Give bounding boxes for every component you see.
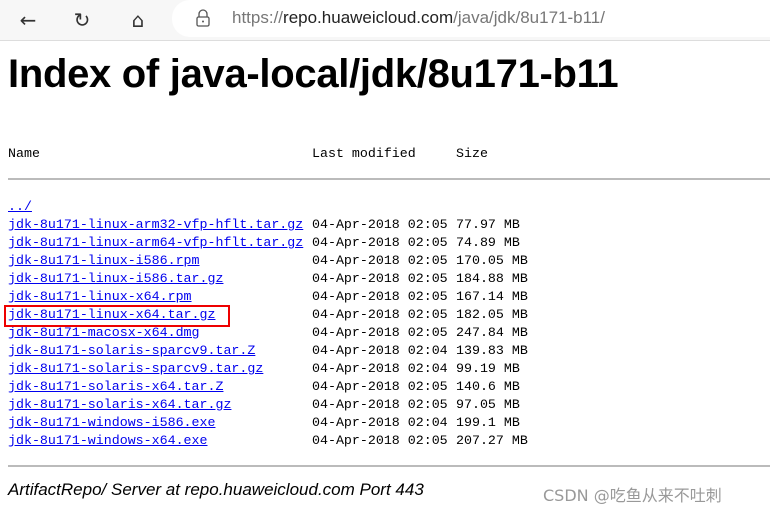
server-footer: ArtifactRepo/ Server at repo.huaweicloud… [8, 480, 424, 499]
file-size: 139.83 MB [456, 343, 528, 358]
reload-icon[interactable]: ↻ [68, 6, 96, 34]
file-modified: 04-Apr-2018 02:05 [312, 379, 448, 394]
file-row: jdk-8u171-linux-arm32-vfp-hflt.tar.gz 04-… [8, 216, 520, 234]
file-size: 167.14 MB [456, 289, 528, 304]
file-modified: 04-Apr-2018 02:04 [312, 343, 448, 358]
file-size: 199.1 MB [456, 415, 520, 430]
file-row: jdk-8u171-windows-i586.exe 04-Apr-2018 02… [8, 414, 520, 432]
file-link[interactable]: jdk-8u171-windows-i586.exe [8, 415, 215, 430]
file-row: jdk-8u171-windows-x64.exe 04-Apr-2018 02:… [8, 432, 528, 450]
browser-toolbar: ← ↻ ⌂ https://repo.huaweicloud.com/java/… [0, 0, 770, 40]
file-size: 77.97 MB [456, 217, 520, 232]
file-modified: 04-Apr-2018 02:04 [312, 361, 448, 376]
file-link[interactable]: jdk-8u171-solaris-sparcv9.tar.Z [8, 343, 255, 358]
file-row: jdk-8u171-solaris-sparcv9.tar.Z 04-Apr-20… [8, 342, 528, 360]
file-size: 182.05 MB [456, 307, 528, 322]
highlight-box [4, 305, 230, 327]
url-host: repo.huaweicloud.com [283, 8, 454, 27]
home-icon[interactable]: ⌂ [124, 6, 152, 34]
file-link[interactable]: jdk-8u171-linux-x64.rpm [8, 289, 192, 304]
file-link[interactable]: jdk-8u171-linux-arm32-vfp-hflt.tar.gz [8, 217, 303, 232]
file-modified: 04-Apr-2018 02:04 [312, 415, 448, 430]
file-link[interactable]: jdk-8u171-linux-i586.rpm [8, 253, 200, 268]
watermark: CSDN @吃鱼从来不吐刺 [543, 486, 722, 505]
column-name: Name [8, 146, 40, 161]
file-link[interactable]: jdk-8u171-linux-i586.tar.gz [8, 271, 223, 286]
file-row: jdk-8u171-linux-i586.rpm 04-Apr-2018 02:0… [8, 252, 528, 270]
file-link[interactable]: jdk-8u171-macosx-x64.dmg [8, 325, 200, 340]
file-modified: 04-Apr-2018 02:05 [312, 253, 448, 268]
column-last-modified: Last modified [312, 146, 416, 161]
column-size: Size [456, 146, 488, 161]
file-row: jdk-8u171-solaris-x64.tar.Z 04-Apr-2018 0… [8, 378, 520, 396]
url-path: /java/jdk/8u171-b11/ [453, 8, 605, 27]
file-size: 247.84 MB [456, 325, 528, 340]
file-modified: 04-Apr-2018 02:05 [312, 307, 448, 322]
file-row: jdk-8u171-linux-arm64-vfp-hflt.tar.gz 04-… [8, 234, 520, 252]
page-title: Index of java-local/jdk/8u171-b11 [8, 52, 619, 96]
file-size: 207.27 MB [456, 433, 528, 448]
address-bar[interactable]: https://repo.huaweicloud.com/java/jdk/8u… [172, 0, 770, 37]
file-size: 99.19 MB [456, 361, 520, 376]
file-row: jdk-8u171-solaris-sparcv9.tar.gz 04-Apr-2… [8, 360, 520, 378]
file-size: 97.05 MB [456, 397, 520, 412]
file-row: jdk-8u171-solaris-x64.tar.gz 04-Apr-2018 … [8, 396, 520, 414]
parent-row: ../ [8, 198, 32, 216]
url-text[interactable]: https://repo.huaweicloud.com/java/jdk/8u… [232, 8, 605, 28]
file-link[interactable]: jdk-8u171-linux-arm64-vfp-hflt.tar.gz [8, 235, 303, 250]
file-row: jdk-8u171-linux-i586.tar.gz 04-Apr-2018 0… [8, 270, 528, 288]
file-link[interactable]: jdk-8u171-solaris-sparcv9.tar.gz [8, 361, 263, 376]
file-modified: 04-Apr-2018 02:05 [312, 397, 448, 412]
back-arrow-icon[interactable]: ← [14, 6, 42, 34]
file-link[interactable]: jdk-8u171-windows-x64.exe [8, 433, 208, 448]
file-size: 170.05 MB [456, 253, 528, 268]
file-link[interactable]: jdk-8u171-solaris-x64.tar.gz [8, 397, 231, 412]
file-row: jdk-8u171-linux-x64.rpm 04-Apr-2018 02:05… [8, 288, 528, 306]
parent-directory-link[interactable]: ../ [8, 199, 32, 214]
file-modified: 04-Apr-2018 02:05 [312, 235, 448, 250]
divider [0, 40, 770, 41]
file-modified: 04-Apr-2018 02:05 [312, 217, 448, 232]
file-size: 184.88 MB [456, 271, 528, 286]
file-modified: 04-Apr-2018 02:05 [312, 289, 448, 304]
file-modified: 04-Apr-2018 02:05 [312, 433, 448, 448]
file-link[interactable]: jdk-8u171-solaris-x64.tar.Z [8, 379, 223, 394]
file-modified: 04-Apr-2018 02:05 [312, 325, 448, 340]
divider [8, 178, 770, 180]
divider [8, 465, 770, 467]
file-modified: 04-Apr-2018 02:05 [312, 271, 448, 286]
lock-icon [196, 9, 210, 27]
url-scheme: https:// [232, 8, 284, 27]
file-size: 74.89 MB [456, 235, 520, 250]
file-size: 140.6 MB [456, 379, 520, 394]
